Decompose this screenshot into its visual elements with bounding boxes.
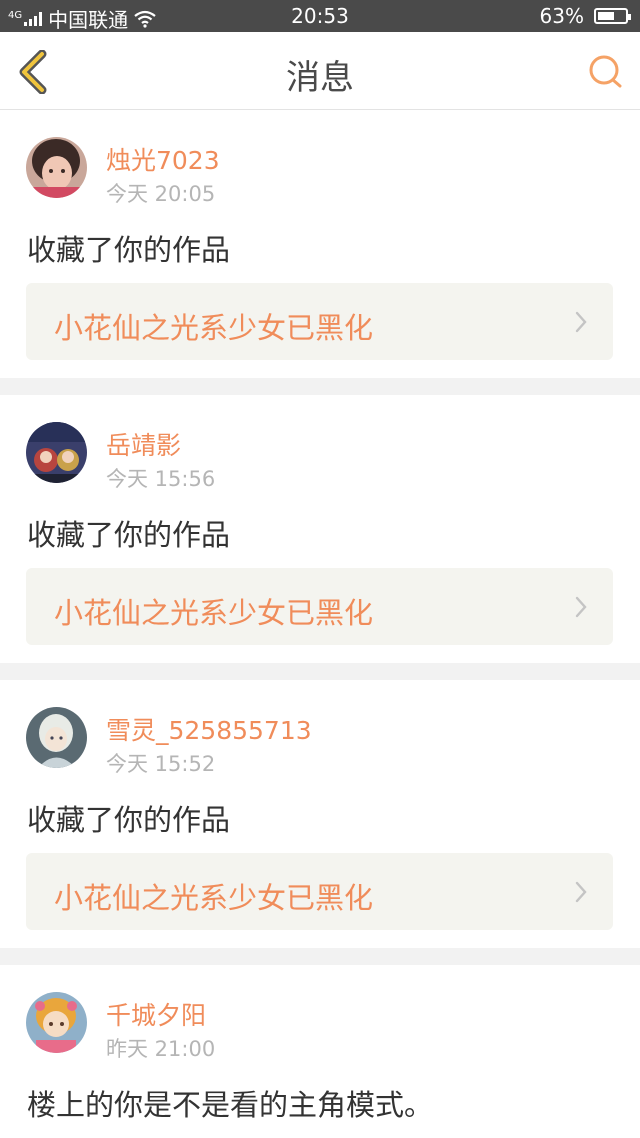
message-text: 收藏了你的作品 bbox=[27, 803, 231, 837]
timestamp: 昨天 21:00 bbox=[106, 1037, 216, 1061]
status-right: 63% bbox=[539, 4, 631, 28]
avatar[interactable] bbox=[26, 707, 87, 768]
avatar[interactable] bbox=[26, 422, 87, 483]
message-item: 千城夕阳 昨天 21:00 楼上的你是不是看的主角模式。 bbox=[0, 965, 640, 1135]
message-item: 烛光7023 今天 20:05 收藏了你的作品 小花仙之光系少女已黑化 bbox=[0, 110, 640, 378]
chevron-right-icon bbox=[575, 881, 587, 903]
divider bbox=[0, 948, 640, 965]
message-item: 雪灵_525855713 今天 15:52 收藏了你的作品 小花仙之光系少女已黑… bbox=[0, 680, 640, 948]
avatar[interactable] bbox=[26, 137, 87, 198]
work-link[interactable]: 小花仙之光系少女已黑化 bbox=[26, 283, 613, 360]
work-link[interactable]: 小花仙之光系少女已黑化 bbox=[26, 568, 613, 645]
chevron-right-icon bbox=[575, 311, 587, 333]
avatar[interactable] bbox=[26, 992, 87, 1053]
chevron-right-icon bbox=[575, 596, 587, 618]
divider bbox=[0, 378, 640, 395]
work-title: 小花仙之光系少女已黑化 bbox=[54, 881, 374, 915]
username[interactable]: 岳靖影 bbox=[106, 426, 181, 462]
work-link[interactable]: 小花仙之光系少女已黑化 bbox=[26, 853, 613, 930]
divider bbox=[0, 663, 640, 680]
message-text: 楼上的你是不是看的主角模式。 bbox=[27, 1088, 434, 1122]
search-button[interactable] bbox=[586, 52, 626, 92]
message-item: 岳靖影 今天 15:56 收藏了你的作品 小花仙之光系少女已黑化 bbox=[0, 395, 640, 663]
timestamp: 今天 15:52 bbox=[106, 752, 216, 776]
work-title: 小花仙之光系少女已黑化 bbox=[54, 596, 374, 630]
username[interactable]: 千城夕阳 bbox=[106, 996, 206, 1032]
work-title: 小花仙之光系少女已黑化 bbox=[54, 311, 374, 345]
timestamp: 今天 20:05 bbox=[106, 182, 216, 206]
battery-percent: 63% bbox=[539, 4, 584, 28]
message-text: 收藏了你的作品 bbox=[27, 233, 231, 267]
timestamp: 今天 15:56 bbox=[106, 467, 216, 491]
battery-icon bbox=[594, 8, 631, 24]
message-list: 烛光7023 今天 20:05 收藏了你的作品 小花仙之光系少女已黑化 岳靖影 … bbox=[0, 110, 640, 1135]
status-bar: 4G 中国联通 20:53 63% bbox=[0, 0, 640, 32]
nav-bar: 消息 bbox=[0, 32, 640, 110]
search-icon bbox=[589, 55, 622, 88]
page-title: 消息 bbox=[286, 58, 354, 98]
username[interactable]: 雪灵_525855713 bbox=[106, 711, 312, 747]
message-text: 收藏了你的作品 bbox=[27, 518, 231, 552]
username[interactable]: 烛光7023 bbox=[106, 141, 220, 177]
